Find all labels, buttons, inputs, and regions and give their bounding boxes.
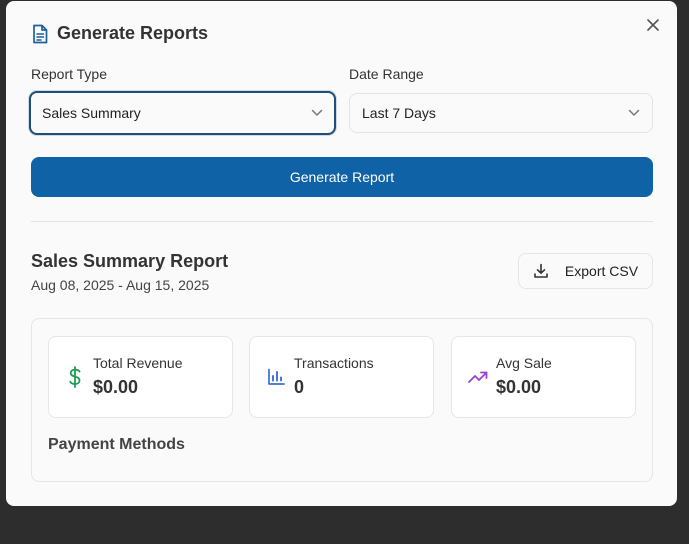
chevron-down-icon <box>628 109 640 116</box>
date-range-label: Date Range <box>349 66 424 82</box>
close-icon <box>647 19 659 31</box>
bar-chart-icon <box>266 366 286 388</box>
payment-methods-heading: Payment Methods <box>48 436 185 453</box>
report-type-select[interactable]: Sales Summary <box>29 91 336 135</box>
dialog-header: Generate Reports <box>31 23 208 44</box>
close-button[interactable] <box>645 17 661 33</box>
stat-card-avg-sale: Avg Sale $0.00 <box>451 336 636 418</box>
stat-card-total-revenue: Total Revenue $0.00 <box>48 336 233 418</box>
download-icon <box>534 263 548 278</box>
trending-up-icon <box>468 366 488 388</box>
generate-report-button[interactable]: Generate Report <box>31 157 653 197</box>
report-panel: Total Revenue $0.00 Transactions 0 Avg S… <box>31 318 653 482</box>
report-date-range: Aug 08, 2025 - Aug 15, 2025 <box>31 277 210 293</box>
stat-label: Transactions <box>294 355 374 371</box>
stat-value: $0.00 <box>93 377 139 397</box>
report-type-label: Report Type <box>31 66 108 82</box>
dialog-title: Generate Reports <box>57 23 209 43</box>
report-type-value: Sales Summary <box>42 105 141 121</box>
stat-label: Total Revenue <box>93 355 183 371</box>
chevron-down-icon <box>311 109 323 116</box>
stat-card-transactions: Transactions 0 <box>249 336 434 418</box>
export-csv-label: Export CSV <box>564 263 639 279</box>
report-title: Sales Summary Report <box>31 251 229 271</box>
stat-value: $0.00 <box>496 377 542 397</box>
stat-label: Avg Sale <box>496 355 552 371</box>
stat-value: 0 <box>294 377 305 397</box>
date-range-value: Last 7 Days <box>362 105 436 121</box>
document-icon <box>33 24 48 43</box>
date-range-select[interactable]: Last 7 Days <box>349 93 653 133</box>
export-csv-button[interactable]: Export CSV <box>518 253 653 289</box>
divider <box>31 221 653 222</box>
generate-reports-dialog: Generate Reports Report Type Sales Summa… <box>6 1 677 506</box>
dollar-icon <box>65 366 85 388</box>
